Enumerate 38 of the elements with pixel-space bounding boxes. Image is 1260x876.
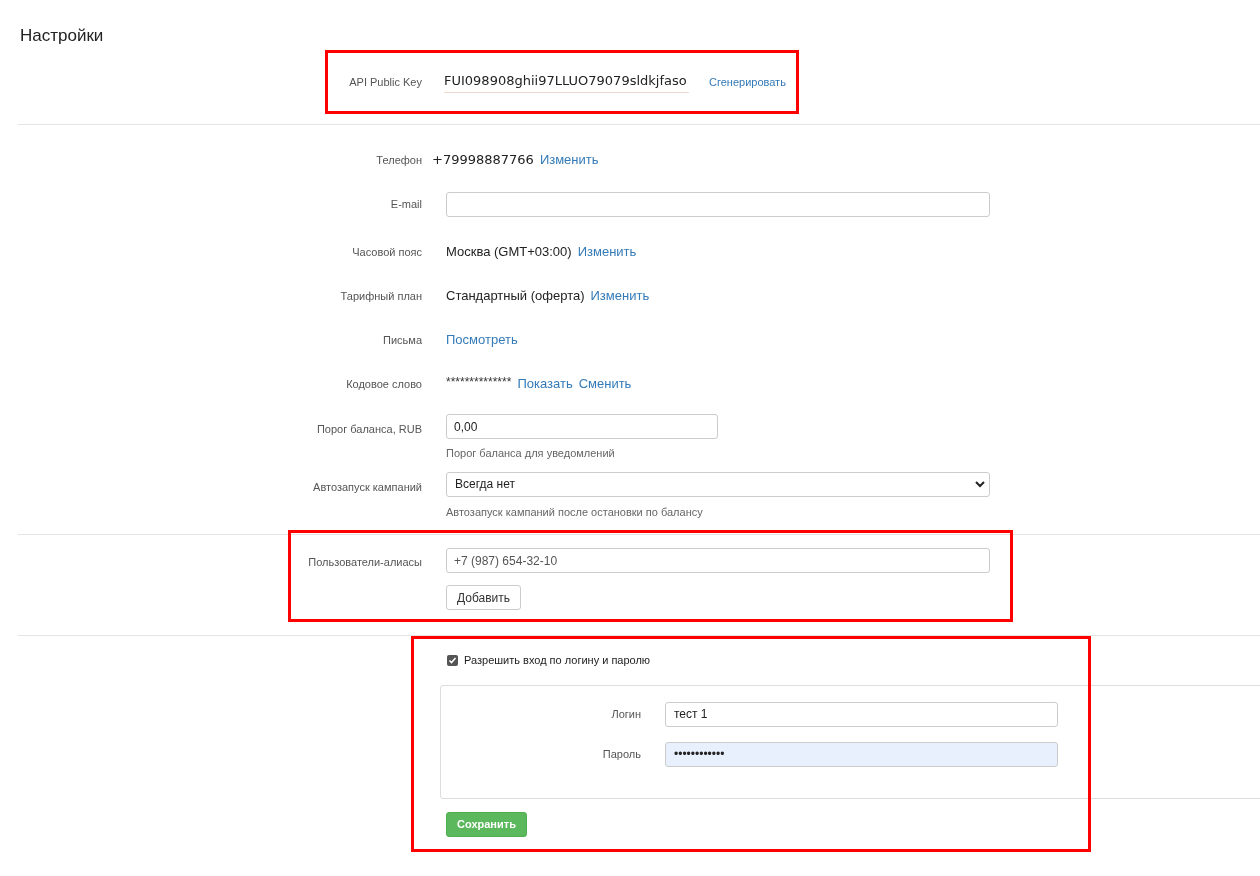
checkbox[interactable] <box>447 654 458 666</box>
field-value: Стандартный (оферта) <box>446 287 585 306</box>
masked-value: ************** <box>446 374 512 391</box>
field-value: +79998887766 <box>432 151 534 170</box>
text-input[interactable] <box>446 191 990 217</box>
alias-phone-input[interactable]: +7 (987) 654-32-10 <box>446 548 990 573</box>
field-value: Москва (GMT+03:00) <box>446 243 572 262</box>
field-label: Телефон <box>376 152 422 168</box>
link[interactable]: Изменить <box>577 242 637 262</box>
text-input[interactable]: •••••••••••• <box>665 741 1058 767</box>
field-label: Порог баланса, RUB <box>316 422 422 437</box>
field-label: Пользователи-алиасы <box>308 555 422 570</box>
help-text: Автозапуск кампаний после остановки по балансу <box>446 504 704 520</box>
help-text: Порог баланса для уведомлений <box>446 446 616 461</box>
text-input[interactable]: тест 1 <box>665 701 1058 727</box>
save-button[interactable]: Сохранить <box>446 811 527 837</box>
link[interactable]: Изменить <box>539 150 599 170</box>
chevron-down-icon <box>975 480 985 488</box>
text-input[interactable]: 0,00 <box>446 414 718 439</box>
field-label: Письма <box>383 332 422 348</box>
add-button[interactable]: Добавить <box>446 585 522 610</box>
link[interactable]: Посмотреть <box>446 330 518 350</box>
page-title: Настройки <box>20 25 104 47</box>
link[interactable]: Показать <box>517 374 573 394</box>
checkbox-label: Разрешить вход по логину и паролю <box>464 653 651 668</box>
link[interactable]: Сменить <box>578 374 632 394</box>
field-label: Пароль <box>602 746 641 762</box>
field-label: Автозапуск кампаний <box>313 479 422 495</box>
field-label: Часовой пояс <box>352 244 422 260</box>
api-key-field[interactable]: FUI098908ghii97LLUO79079sldkjfaso <box>444 71 689 93</box>
field-label: Логин <box>611 706 641 722</box>
field-label: API Public Key <box>349 74 422 90</box>
link[interactable]: Изменить <box>590 286 650 306</box>
field-label: Тарифный план <box>340 288 422 304</box>
select-dropdown[interactable]: Всегда нет <box>446 471 990 497</box>
field-label: Кодовое слово <box>346 376 422 392</box>
generate-link[interactable]: Сгенерировать <box>709 75 786 88</box>
field-label: E-mail <box>390 196 422 212</box>
